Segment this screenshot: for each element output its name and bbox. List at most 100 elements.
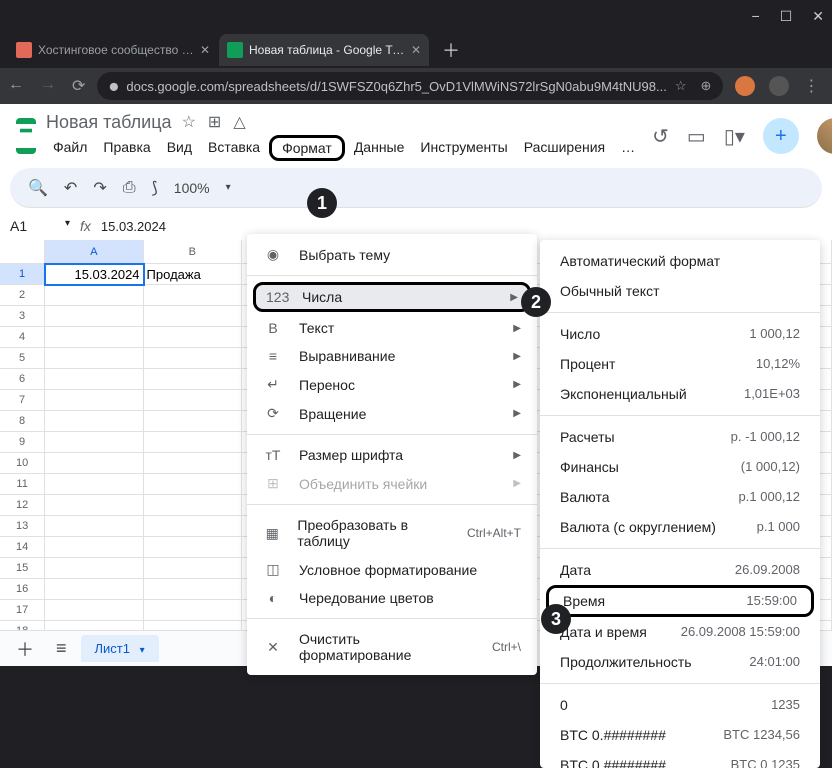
column-header[interactable]: B <box>144 240 242 263</box>
format-option[interactable]: Автоматический формат <box>540 246 820 276</box>
browser-tab[interactable]: Хостинговое сообщество «Tin ✕ <box>8 34 218 66</box>
cell-A1[interactable]: 15.03.2024 <box>45 264 143 285</box>
menu-файл[interactable]: Файл <box>46 135 94 161</box>
row-header[interactable]: 10 <box>0 453 45 474</box>
close-tab-icon[interactable]: ✕ <box>200 43 210 57</box>
format-option[interactable]: Дата26.09.2008 <box>540 555 820 585</box>
undo-button[interactable]: ↶ <box>58 174 83 202</box>
document-title[interactable]: Новая таблица <box>46 112 172 133</box>
cell-A4[interactable] <box>45 327 143 348</box>
cell-B10[interactable] <box>144 453 242 474</box>
back-button[interactable]: ← <box>8 76 24 96</box>
menu-item[interactable]: ≡Выравнивание▶ <box>247 342 537 370</box>
close-button[interactable]: ✕ <box>812 8 824 25</box>
cell-B5[interactable] <box>144 348 242 369</box>
cell-B13[interactable] <box>144 516 242 537</box>
minimize-button[interactable]: − <box>752 8 760 24</box>
menu-item[interactable]: 123Числа▶ <box>253 282 531 312</box>
zoom-level[interactable]: 100% <box>168 180 216 196</box>
format-option[interactable]: Время15:59:00 <box>546 585 814 617</box>
star-icon[interactable]: ☆ <box>182 112 196 132</box>
format-option[interactable]: Финансы(1 000,12) <box>540 452 820 482</box>
format-option[interactable]: Число1 000,12 <box>540 319 820 349</box>
cell-A16[interactable] <box>45 579 143 600</box>
menu-вставка[interactable]: Вставка <box>201 135 267 161</box>
print-button[interactable]: ⎙ <box>117 175 142 201</box>
cell-B8[interactable] <box>144 411 242 432</box>
menu-item[interactable]: ⟳Вращение▶ <box>247 399 537 428</box>
cell-A7[interactable] <box>45 390 143 411</box>
format-option[interactable]: BTC 0.########BTC 1234,56 <box>540 720 820 750</box>
format-option[interactable]: Расчетыр. -1 000,12 <box>540 422 820 452</box>
menu-item[interactable]: ⊞Объединить ячейки▶ <box>247 469 537 498</box>
row-header[interactable]: 6 <box>0 369 45 390</box>
browser-menu-icon[interactable]: ⋮ <box>803 76 819 96</box>
add-sheet-button[interactable]: ＋ <box>8 632 42 666</box>
reload-button[interactable]: ⟳ <box>72 76 85 96</box>
menu-item[interactable]: ◉Выбрать тему <box>247 240 537 269</box>
star-icon[interactable]: ☆ <box>675 78 687 94</box>
cell-B15[interactable] <box>144 558 242 579</box>
menu-item[interactable]: BТекст▶ <box>247 314 537 342</box>
cell-A15[interactable] <box>45 558 143 579</box>
cell-B3[interactable] <box>144 306 242 327</box>
format-option[interactable]: 01235 <box>540 690 820 720</box>
cell-B7[interactable] <box>144 390 242 411</box>
menu-вид[interactable]: Вид <box>160 135 199 161</box>
menu-item[interactable]: ✕Очистить форматированиеCtrl+\ <box>247 625 537 669</box>
cell-B12[interactable] <box>144 495 242 516</box>
row-header[interactable]: 13 <box>0 516 45 537</box>
cell-B14[interactable] <box>144 537 242 558</box>
select-all-corner[interactable] <box>0 240 45 263</box>
browser-tab-active[interactable]: Новая таблица - Google Табли ✕ <box>219 34 429 66</box>
cell-A9[interactable] <box>45 432 143 453</box>
format-option[interactable]: Валютар.1 000,12 <box>540 482 820 512</box>
row-header[interactable]: 5 <box>0 348 45 369</box>
redo-button[interactable]: ↷ <box>87 174 112 202</box>
search-icon[interactable]: 🔍 <box>22 174 54 202</box>
sheet-dropdown-icon[interactable]: ▾ <box>140 645 145 656</box>
maximize-button[interactable]: ☐ <box>780 8 793 25</box>
cell-B17[interactable] <box>144 600 242 621</box>
format-option[interactable]: BTC 0.########BTC 0 1235 <box>540 750 820 768</box>
format-option[interactable]: Дата и время26.09.2008 15:59:00 <box>540 617 820 647</box>
row-header[interactable]: 17 <box>0 600 45 621</box>
history-icon[interactable]: ↺ <box>652 124 669 149</box>
row-header[interactable]: 15 <box>0 558 45 579</box>
all-sheets-button[interactable]: ≡ <box>48 634 75 663</box>
format-option[interactable]: Процент10,12% <box>540 349 820 379</box>
cell-A13[interactable] <box>45 516 143 537</box>
menu-item[interactable]: ▦Преобразовать в таблицуCtrl+Alt+T <box>247 511 537 555</box>
format-option[interactable]: Экспоненциальный1,01E+03 <box>540 379 820 409</box>
cell-B6[interactable] <box>144 369 242 390</box>
paint-format-button[interactable]: ⟆ <box>146 174 164 202</box>
format-option[interactable]: Валюта (с округлением)р.1 000 <box>540 512 820 542</box>
format-option[interactable]: Продолжительность24:01:00 <box>540 647 820 677</box>
row-header[interactable]: 3 <box>0 306 45 327</box>
cell-A8[interactable] <box>45 411 143 432</box>
menu-item[interactable]: ◫Условное форматирование <box>247 555 537 584</box>
menu-формат[interactable]: Формат <box>269 135 345 161</box>
row-header[interactable]: 2 <box>0 285 45 306</box>
formula-bar[interactable]: 15.03.2024 <box>101 219 166 234</box>
menu-item[interactable]: ◐Чередование цветов <box>247 584 537 612</box>
cell-B11[interactable] <box>144 474 242 495</box>
row-header[interactable]: 8 <box>0 411 45 432</box>
zoom-dropdown-icon[interactable]: ▾ <box>220 178 237 197</box>
install-icon[interactable]: ⊕ <box>700 78 711 94</box>
cell-A6[interactable] <box>45 369 143 390</box>
cell-B9[interactable] <box>144 432 242 453</box>
extension-icon[interactable] <box>735 76 755 96</box>
name-box[interactable]: A1 <box>10 218 70 234</box>
menu-item[interactable]: ↵Перенос▶ <box>247 370 537 399</box>
menu-правка[interactable]: Правка <box>96 135 157 161</box>
row-header[interactable]: 1 <box>0 264 45 285</box>
row-header[interactable]: 12 <box>0 495 45 516</box>
forward-button[interactable]: → <box>40 76 56 96</box>
cell-A10[interactable] <box>45 453 143 474</box>
new-tab-button[interactable]: ＋ <box>430 37 472 63</box>
cell-A2[interactable] <box>45 285 143 306</box>
comments-icon[interactable]: ▭ <box>687 124 706 149</box>
user-avatar[interactable] <box>817 118 832 154</box>
cell-A14[interactable] <box>45 537 143 558</box>
